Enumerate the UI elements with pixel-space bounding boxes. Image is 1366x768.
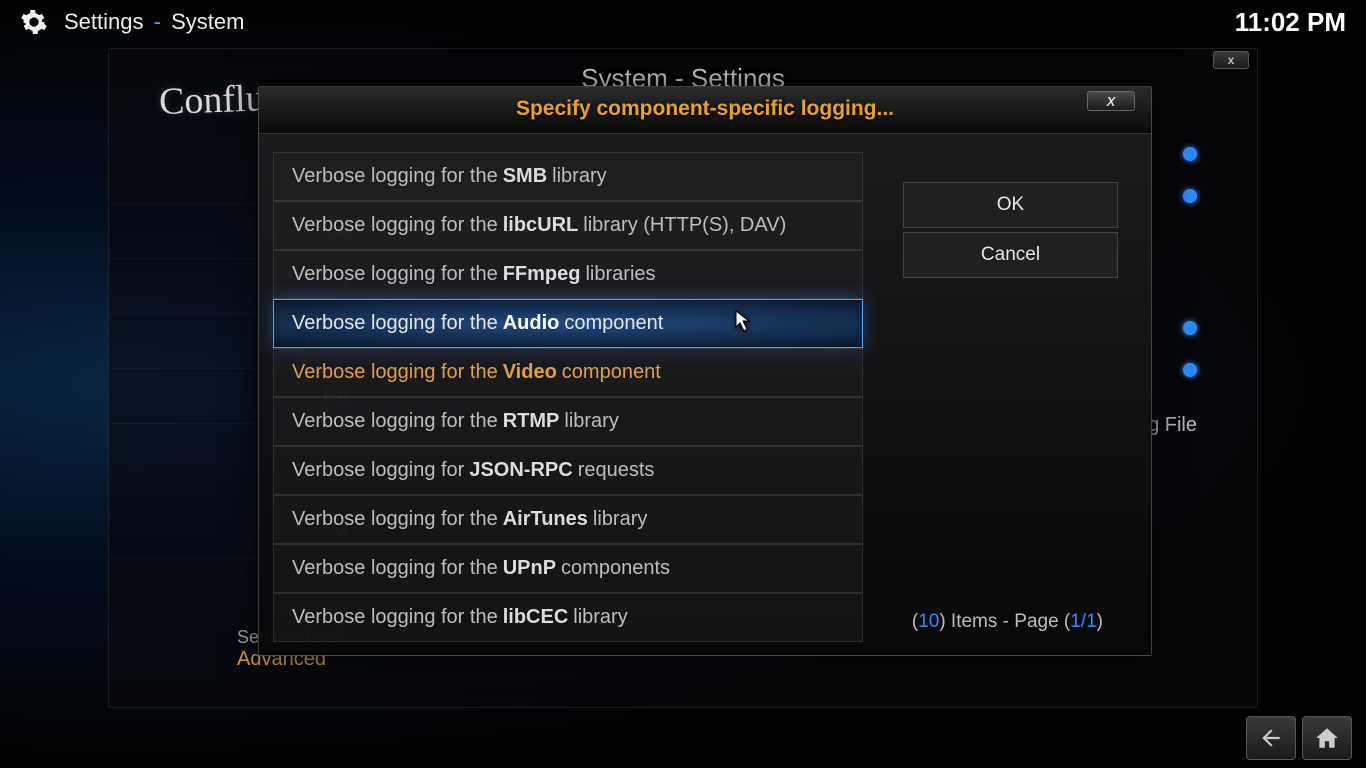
radio-icon[interactable] (1183, 147, 1197, 161)
logging-option[interactable]: Verbose logging for the SMB library (273, 152, 863, 201)
home-button[interactable] (1302, 716, 1352, 760)
logging-option[interactable]: Verbose logging for the Video component (273, 348, 863, 397)
gear-icon (20, 8, 48, 36)
clock: 11:02 PM (1235, 7, 1346, 38)
cursor-icon (735, 310, 755, 332)
logging-option[interactable]: Verbose logging for JSON-RPC requests (273, 446, 863, 495)
breadcrumb-leaf: System (171, 9, 244, 34)
bg-file-label: g File (1148, 414, 1197, 437)
dialog-title: Specify component-specific logging... (259, 87, 1151, 134)
ok-button[interactable]: OK (903, 182, 1118, 228)
radio-icon[interactable] (1183, 189, 1197, 203)
logging-option[interactable]: Verbose logging for the RTMP library (273, 397, 863, 446)
bottom-nav (1246, 716, 1352, 760)
breadcrumb[interactable]: Settings - System (64, 9, 244, 35)
topbar: Settings - System 11:02 PM (0, 0, 1366, 44)
dialog-close-button[interactable]: X (1087, 91, 1135, 111)
logging-option[interactable]: Verbose logging for the Audio component (273, 299, 863, 348)
radio-icon[interactable] (1183, 363, 1197, 377)
logging-option[interactable]: Verbose logging for the AirTunes library (273, 495, 863, 544)
option-list: Verbose logging for the SMB libraryVerbo… (273, 152, 863, 642)
cancel-button[interactable]: Cancel (903, 232, 1118, 278)
logging-option[interactable]: Verbose logging for the UPnP components (273, 544, 863, 593)
breadcrumb-root: Settings (64, 9, 144, 34)
logging-option[interactable]: Verbose logging for the libcURL library … (273, 201, 863, 250)
logging-option[interactable]: Verbose logging for the libCEC library (273, 593, 863, 642)
logging-dialog: X Specify component-specific logging... … (258, 86, 1152, 656)
main-close-button[interactable]: x (1213, 51, 1249, 69)
pager: (10) Items - Page (1/1) (912, 611, 1103, 633)
back-button[interactable] (1246, 716, 1296, 760)
logging-option[interactable]: Verbose logging for the FFmpeg libraries (273, 250, 863, 299)
bg-options (1183, 133, 1197, 391)
radio-icon[interactable] (1183, 321, 1197, 335)
breadcrumb-sep: - (154, 9, 161, 34)
